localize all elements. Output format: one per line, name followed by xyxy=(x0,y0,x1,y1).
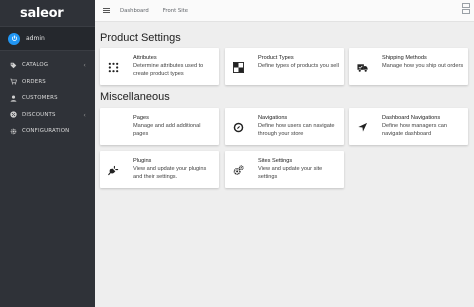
card-plugins[interactable]: Plugins View and update your plugins and… xyxy=(100,151,219,188)
plug-icon xyxy=(107,164,119,176)
sidebar: saleor admin CATALOG ‹ ORDERS CUSTOMERS xyxy=(0,0,95,307)
tag-icon xyxy=(10,62,17,69)
card-description: Manage how you ship out orders xyxy=(382,63,464,69)
card-title: Sites Settings xyxy=(258,158,293,164)
navigation-arrow-icon xyxy=(356,121,368,133)
card-title: Attributes xyxy=(133,55,157,61)
power-icon xyxy=(8,32,20,45)
main-content: Product Settings Attributes Determine at… xyxy=(95,22,474,307)
sidebar-item-discounts[interactable]: DISCOUNTS ‹ xyxy=(0,107,95,124)
card-description: Manage and add additional pages xyxy=(133,123,201,137)
card-title: Pages xyxy=(133,115,149,121)
card-product-types[interactable]: Product Types Define types of products y… xyxy=(225,48,344,85)
card-description: Define types of products you sell xyxy=(258,63,339,69)
card-sites-settings[interactable]: Sites Settings View and update your site… xyxy=(225,151,344,188)
section-title-product-settings: Product Settings xyxy=(100,32,181,44)
sidebar-item-configuration[interactable]: CONFIGURATION xyxy=(0,123,95,140)
front-site-link[interactable]: Front Site xyxy=(163,8,188,14)
saleor-logo[interactable]: saleor xyxy=(0,0,95,26)
sidebar-item-label: CATALOG xyxy=(22,62,49,69)
sidebar-item-customers[interactable]: CUSTOMERS xyxy=(0,90,95,107)
sidebar-menu: CATALOG ‹ ORDERS CUSTOMERS DISCOUNTS ‹ C… xyxy=(0,57,95,140)
logo-text: saleor xyxy=(20,5,64,21)
sidebar-item-label: CUSTOMERS xyxy=(22,95,58,102)
card-title: Dashboard Navigations xyxy=(382,115,441,121)
card-description: Determine attributes used to create prod… xyxy=(133,63,204,77)
user-menu[interactable]: admin xyxy=(0,26,95,51)
sidebar-item-label: DISCOUNTS xyxy=(22,111,56,118)
person-icon xyxy=(10,95,17,102)
compass-icon xyxy=(232,121,244,133)
card-description: Define how users can navigate through yo… xyxy=(258,123,335,137)
card-dashboard-navigations[interactable]: Dashboard Navigations Define how manager… xyxy=(349,108,468,145)
cart-icon xyxy=(10,78,17,85)
card-title: Plugins xyxy=(133,158,152,164)
gears-icon xyxy=(232,164,244,176)
card-title: Navigations xyxy=(258,115,288,121)
gear-icon xyxy=(10,128,17,135)
dashboard-link[interactable]: Dashboard xyxy=(120,8,149,14)
top-bar: Dashboard Front Site xyxy=(95,0,474,22)
window-corner-icon xyxy=(462,3,472,19)
sidebar-item-label: ORDERS xyxy=(22,78,46,85)
section-title-miscellaneous: Miscellaneous xyxy=(100,91,170,103)
chevron-left-icon: ‹ xyxy=(83,111,86,119)
chevron-left-icon: ‹ xyxy=(83,62,86,69)
card-description: View and update your site settings xyxy=(258,166,323,180)
sidebar-item-orders[interactable]: ORDERS xyxy=(0,74,95,91)
card-attributes[interactable]: Attributes Determine attributes used to … xyxy=(100,48,219,85)
card-pages[interactable]: Pages Manage and add additional pages xyxy=(100,108,219,145)
sidebar-item-label: CONFIGURATION xyxy=(22,128,70,135)
card-shipping-methods[interactable]: Shipping Methods Manage how you ship out… xyxy=(349,48,468,85)
card-title: Product Types xyxy=(258,55,294,61)
card-title: Shipping Methods xyxy=(382,55,427,61)
card-description: Define how managers can navigate dashboa… xyxy=(382,123,447,137)
discount-icon xyxy=(10,111,17,118)
truck-icon xyxy=(356,61,368,73)
card-navigations[interactable]: Navigations Define how users can navigat… xyxy=(225,108,344,145)
menu-toggle-icon[interactable] xyxy=(103,7,110,14)
user-name: admin xyxy=(26,35,45,42)
card-description: View and update your plugins and their s… xyxy=(133,166,207,180)
attributes-icon xyxy=(107,61,119,73)
sidebar-item-catalog[interactable]: CATALOG ‹ xyxy=(0,57,95,74)
product-types-icon xyxy=(232,61,244,73)
